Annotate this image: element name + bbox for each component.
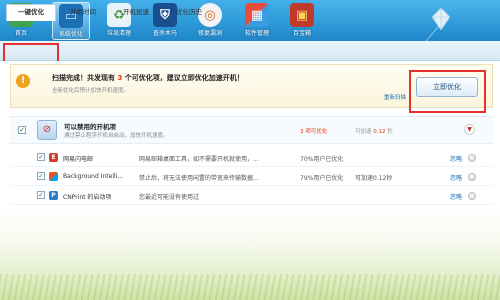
scan-subtitle: 全新优化后预计加快开机速度。 [52,88,130,94]
group-title: 可以禁用的开机项 [64,123,116,131]
tab-one-click-optimize[interactable]: 一键优化 [6,4,56,21]
collapse-icon[interactable]: ▼ [464,124,475,135]
item-name: CNPrint 的启动项 [63,194,112,201]
group-speed-value: 0.12 [373,129,386,135]
item-name: Background Intelli... [63,173,124,180]
toolbar-system-optimize-label: 系统优化 [58,31,83,38]
toolbox-icon: ▣ [290,3,314,27]
toolbar-toolbox-label: 百宝箱 [292,30,311,37]
scan-title-suffix: 个可优化项，建议立即优化加速开机！ [124,74,244,82]
toolbar-software-manager[interactable]: ▦ 软件管理 [238,2,276,40]
item-checkbox[interactable]: ✓ [37,191,45,199]
group-count: 3 项可优化 [300,129,328,135]
tab-optimize-history[interactable]: 优化历史 [165,5,213,20]
scan-title-prefix: 扫描完成！共发现有 [52,74,115,82]
netease-mail-icon: E [49,153,58,162]
item-checkbox[interactable]: ✓ [37,153,45,161]
status-dot-icon [468,154,476,162]
warning-icon: ! [16,74,30,88]
item-optimized-percent: 79%用户已优化 [300,175,344,182]
rescan-link[interactable]: 重新扫描 [384,93,406,101]
group-speed-unit: 秒 [387,129,393,135]
button-highlight-box [409,70,486,113]
item-description: 您最近可能没有使用过 [139,194,200,201]
grass-background [0,211,500,300]
toolbar-junk-clean-label: 垃圾清理 [106,30,131,37]
ignore-link[interactable]: 忽略 [450,173,462,182]
group-checkbox[interactable]: ✓ [18,126,26,134]
status-dot-icon [468,173,476,181]
item-optimized-percent: 70%用户已优化 [300,156,344,163]
item-speedup: 可加速0.12秒 [355,175,393,182]
item-description: 禁止后，将无法使用闲置的带宽来传输数据... [139,175,259,182]
windows-icon [49,172,58,181]
toolbar-toolbox[interactable]: ▣ 百宝箱 [283,2,321,40]
scan-result-title: 扫描完成！共发现有 3 个可优化项，建议立即优化加速开机！ [52,73,244,83]
toolbar-software-manager-label: 软件管理 [244,30,269,37]
ignore-link[interactable]: 忽略 [450,154,462,163]
group-speedup: 可加速 0.12 秒 [355,127,393,135]
no-startup-icon: ⊘ [37,120,57,140]
tab-boot-time[interactable]: 开机时间 [60,5,106,20]
apps-icon: ▦ [245,3,269,27]
toolbar-home-label: 首页 [14,30,27,37]
item-checkbox[interactable]: ✓ [37,172,45,180]
tab-boot-speedup[interactable]: 开机加速 [112,5,160,20]
toolbar-trojan-scan-label: 查杀木马 [152,30,177,37]
item-name: 网易闪电邮 [63,156,94,163]
status-dot-icon [468,192,476,200]
tab-bar [0,41,500,61]
ignore-link[interactable]: 忽略 [450,192,462,201]
scan-count: 3 [117,74,123,82]
item-description: 网易邮箱桌面工具，如不需要开机就使用，... [139,156,259,163]
cnprint-icon: P [49,191,58,200]
group-subtitle: 通过禁止程序开机自启动，加快开机速度。 [64,133,169,139]
group-speed-prefix: 可加速 [355,129,372,135]
toolbar-fix-vulnerability-label: 修复漏洞 [197,30,222,37]
